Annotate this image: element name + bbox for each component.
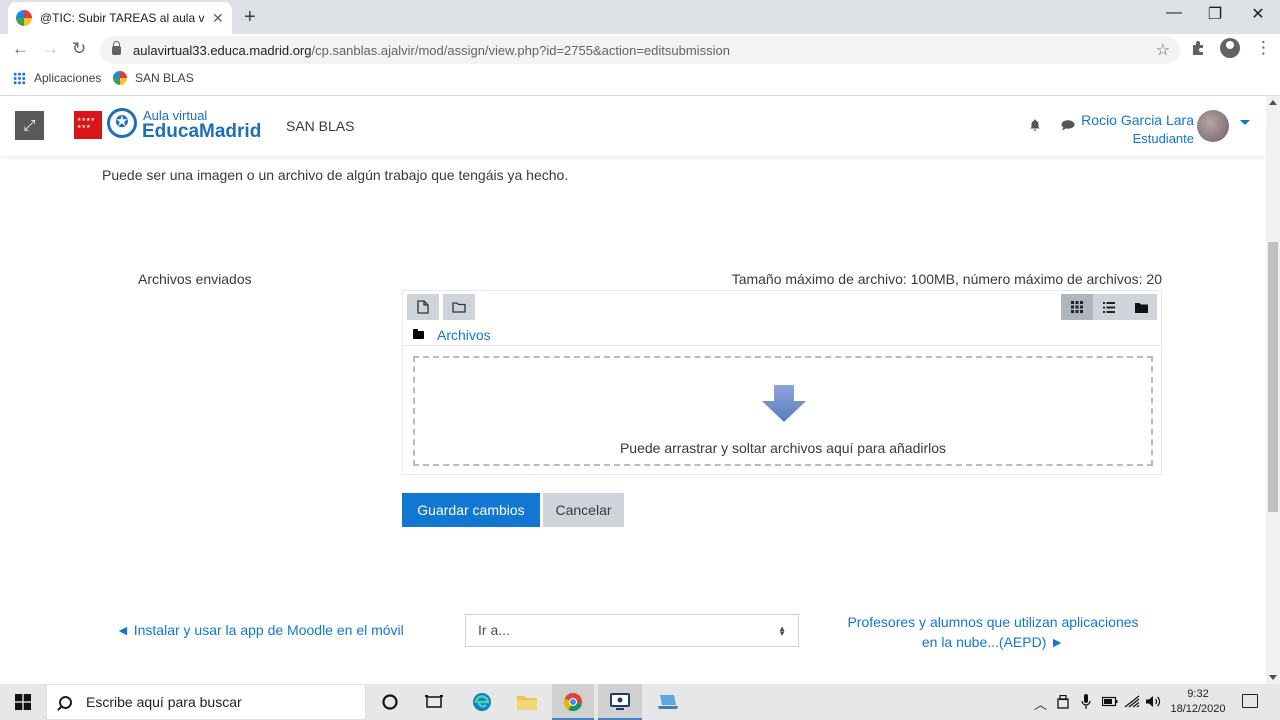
site-favicon-icon: [113, 71, 127, 85]
browser-toolbar: ← → ↻ aulavirtual33.educa.madrid.org/cp.…: [0, 34, 1280, 64]
windows-start-icon[interactable]: [15, 694, 31, 710]
microphone-icon[interactable]: [1081, 694, 1091, 709]
chrome-icon[interactable]: [562, 692, 584, 712]
lock-icon: [112, 40, 121, 55]
taskbar-search-input[interactable]: Escribe aquí para buscar: [46, 684, 366, 720]
grid-icon: [1071, 301, 1083, 313]
create-folder-button[interactable]: [443, 294, 475, 320]
clock-date: 18/12/2020: [1170, 703, 1226, 715]
minimize-icon[interactable]: —: [1151, 4, 1197, 22]
file-icon: [417, 300, 429, 314]
view-icons-button[interactable]: [1061, 294, 1093, 320]
extensions-icon[interactable]: [1190, 40, 1206, 56]
os-taskbar: Escribe aquí para buscar ︿ 9:32 18/12/20…: [0, 684, 1280, 720]
cancel-button[interactable]: Cancelar: [543, 493, 624, 527]
folder-outline-icon: [452, 302, 466, 313]
jump-to-value: Ir a...: [478, 622, 510, 638]
scroll-down-icon[interactable]: [1269, 675, 1277, 680]
next-link-line1: Profesores y alumnos que utilizan aplica…: [847, 614, 1139, 630]
submitted-files-label: Archivos enviados: [138, 271, 252, 287]
url-path: /cp.sanblas.ajalvir/mod/assign/view.php?…: [311, 42, 730, 58]
jump-to-select[interactable]: Ir a... ▲ ▼: [465, 614, 799, 647]
view-tree-button[interactable]: [1125, 294, 1157, 320]
comunidad-madrid-logo[interactable]: [74, 111, 102, 139]
file-limits-text: Tamaño máximo de archivo: 100MB, número …: [731, 271, 1162, 287]
file-manager: Archivos Puede arrastrar y soltar archiv…: [402, 290, 1162, 475]
bookmark-star-icon[interactable]: ☆: [1156, 40, 1170, 60]
task-view-icon[interactable]: [423, 692, 445, 712]
tab-title: @TIC: Subir TAREAS al aula virtual: [40, 11, 204, 25]
new-tab-icon[interactable]: +: [244, 6, 256, 29]
bookmark-label: Aplicaciones: [34, 71, 102, 85]
site-header: ⤢ ✪ Aula virtual EducaMadrid SAN BLAS Ro…: [0, 96, 1266, 156]
user-menu-caret-icon[interactable]: [1240, 120, 1250, 125]
folder-icon: [413, 329, 424, 339]
folder-icon: [1134, 302, 1148, 313]
tray-overflow-icon[interactable]: ︿: [1034, 694, 1047, 713]
breadcrumb: Archivos: [413, 327, 491, 343]
maximize-icon[interactable]: ❐: [1192, 4, 1238, 24]
user-role: Estudiante: [1132, 131, 1194, 146]
close-tab-icon[interactable]: ✕: [212, 10, 224, 27]
path-link-archivos[interactable]: Archivos: [437, 327, 491, 343]
browser-tab[interactable]: @TIC: Subir TAREAS al aula virtual ✕: [8, 2, 232, 34]
tab-favicon-icon: [16, 10, 32, 26]
user-name[interactable]: Rocio Garcia Lara: [1081, 112, 1194, 128]
forward-icon[interactable]: →: [42, 39, 59, 59]
app-laptop-icon[interactable]: [657, 692, 679, 712]
educamadrid-logo-icon[interactable]: ✪: [107, 108, 137, 138]
back-icon[interactable]: ←: [12, 39, 29, 59]
page-scrollbar[interactable]: [1266, 96, 1280, 684]
messages-icon[interactable]: [1061, 120, 1075, 131]
fullscreen-toggle-button[interactable]: ⤢: [15, 111, 44, 140]
download-arrow-icon: [762, 385, 806, 422]
drop-zone-text: Puede arrastrar y soltar archivos aquí p…: [619, 440, 947, 456]
bookmark-apps[interactable]: Aplicaciones: [13, 71, 101, 85]
assignment-intro-text: Puede ser una imagen o un archivo de alg…: [102, 167, 569, 183]
browser-tab-bar: @TIC: Subir TAREAS al aula virtual ✕ + —…: [0, 0, 1280, 34]
select-caret-icon: ▲ ▼: [778, 624, 786, 638]
menu-kebab-icon[interactable]: ⋮: [1255, 38, 1272, 58]
bookmark-san-blas[interactable]: SAN BLAS: [113, 71, 194, 85]
notification-center-icon[interactable]: [1242, 694, 1258, 708]
previous-activity-link[interactable]: ◄ Instalar y usar la app de Moodle en el…: [116, 622, 404, 638]
bookmarks-bar: Aplicaciones SAN BLAS: [0, 66, 1280, 92]
edge-browser-icon[interactable]: [471, 692, 493, 712]
clock-time: 9:32: [1187, 688, 1209, 700]
wifi-icon[interactable]: [1124, 695, 1140, 708]
volume-icon[interactable]: [1145, 695, 1161, 708]
url-host: aulavirtual33.educa.madrid.org: [133, 42, 312, 58]
site-name-link[interactable]: SAN BLAS: [286, 118, 354, 134]
brand-title[interactable]: EducaMadrid: [142, 121, 261, 143]
taskbar-search-placeholder: Escribe aquí para buscar: [86, 694, 242, 710]
divider: [403, 345, 1161, 346]
list-icon: [1103, 301, 1115, 313]
cortana-icon[interactable]: [379, 692, 401, 712]
system-clock[interactable]: 9:32 18/12/2020: [1168, 687, 1228, 717]
add-file-button[interactable]: [407, 294, 439, 320]
apps-icon: [13, 71, 26, 85]
view-list-button[interactable]: [1093, 294, 1125, 320]
file-drop-zone[interactable]: Puede arrastrar y soltar archivos aquí p…: [413, 356, 1153, 466]
save-changes-button[interactable]: Guardar cambios: [402, 493, 540, 527]
file-explorer-icon[interactable]: [516, 692, 538, 712]
bookmark-label: SAN BLAS: [135, 71, 194, 85]
next-link-line2: en la nube...(AEPD) ►: [921, 634, 1065, 650]
search-icon: [59, 695, 72, 709]
scroll-thumb[interactable]: [1268, 242, 1278, 512]
next-activity-link[interactable]: Profesores y alumnos que utilizan aplica…: [832, 612, 1154, 652]
close-window-icon[interactable]: ✕: [1235, 4, 1280, 24]
usb-device-icon[interactable]: [1057, 695, 1069, 709]
avatar[interactable]: [1197, 110, 1229, 142]
address-bar[interactable]: aulavirtual33.educa.madrid.org/cp.sanbla…: [100, 36, 1180, 64]
notifications-bell-icon[interactable]: [1029, 119, 1041, 131]
scroll-up-icon[interactable]: [1269, 100, 1277, 105]
screen-recorder-icon[interactable]: [609, 692, 631, 712]
battery-icon[interactable]: [1102, 696, 1118, 707]
profile-icon[interactable]: [1220, 38, 1240, 58]
reload-icon[interactable]: ↻: [72, 39, 86, 59]
